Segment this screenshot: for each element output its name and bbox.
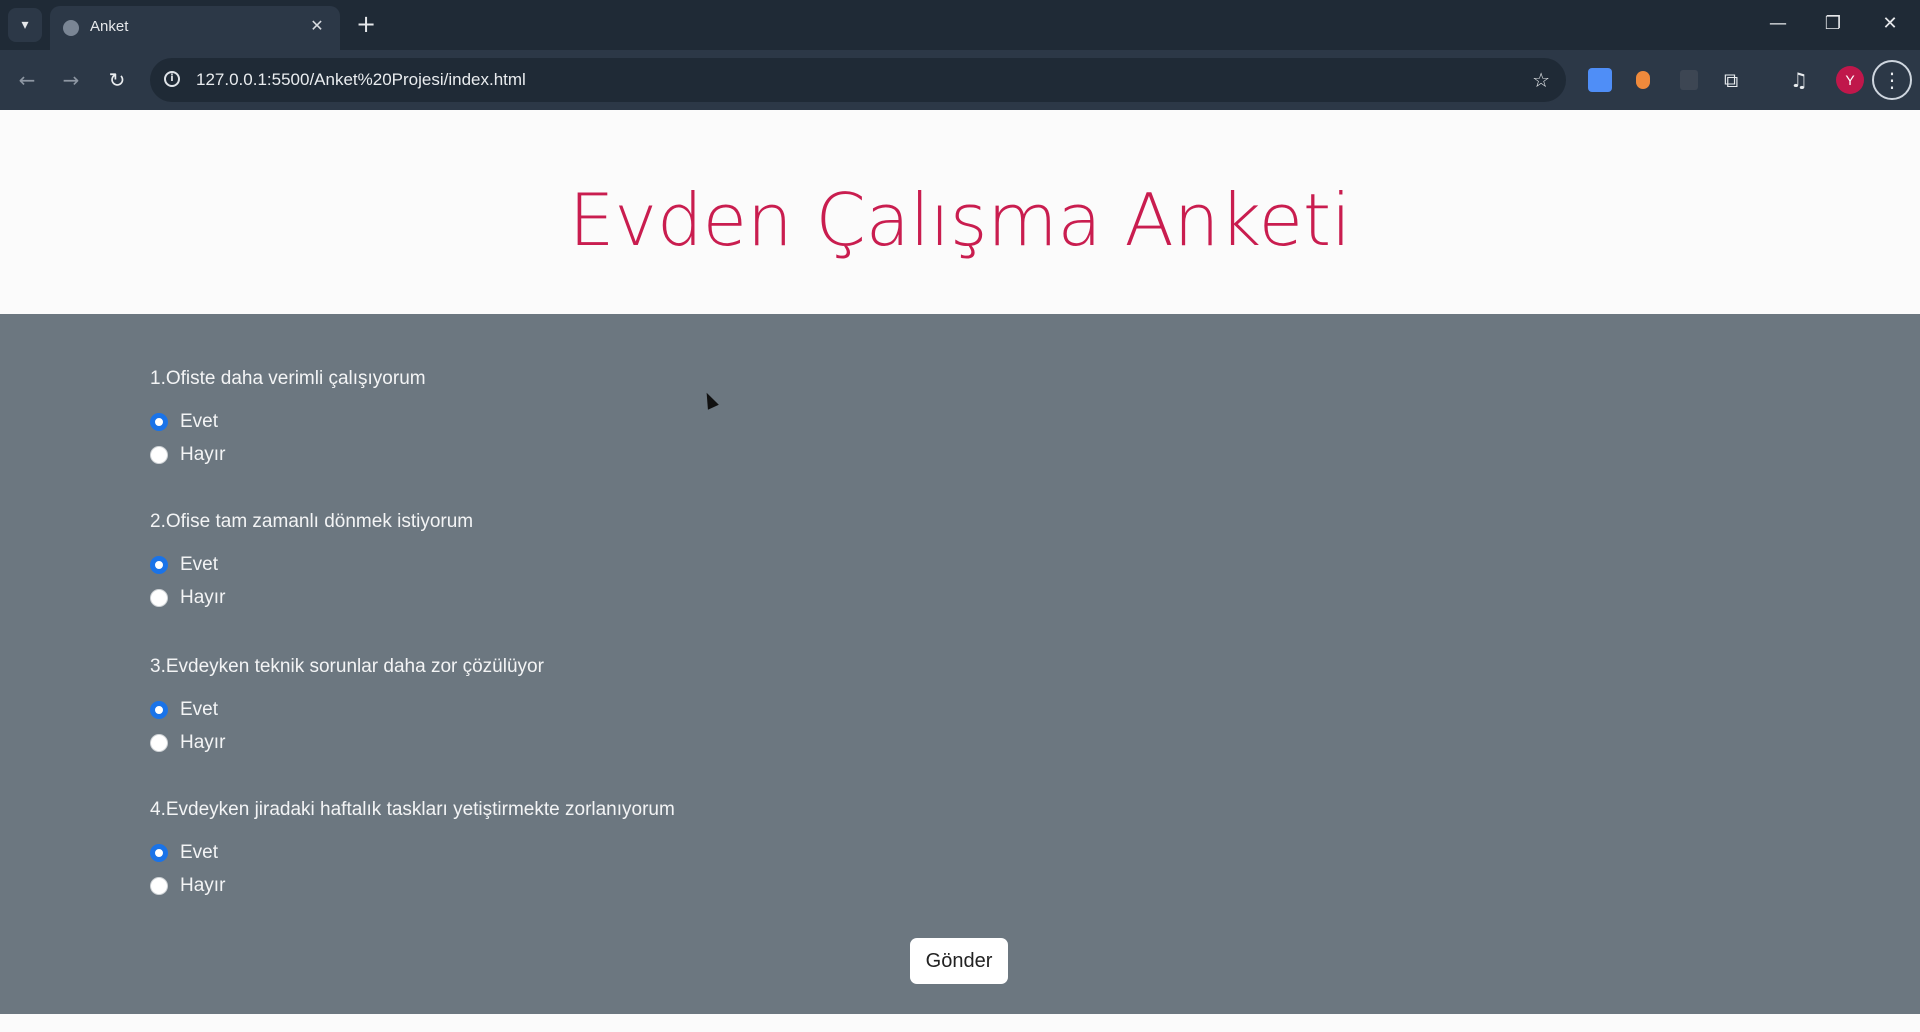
- radio-button-checked[interactable]: [150, 844, 168, 862]
- restore-button[interactable]: ❐: [1813, 10, 1853, 38]
- close-icon[interactable]: ✕: [306, 15, 328, 37]
- bookmark-star-icon[interactable]: ☆: [1532, 68, 1550, 92]
- survey-form: 1.Ofiste daha verimli çalışıyorum Evet H…: [0, 314, 1920, 1014]
- question-3-label: 3.Evdeyken teknik sorunlar daha zor çözü…: [150, 656, 544, 677]
- question-1-option-no[interactable]: Hayır: [150, 443, 225, 467]
- radio-button[interactable]: [150, 877, 168, 895]
- chevron-down-icon: ▾: [21, 17, 29, 33]
- tab-strip: ▾ Anket ✕ + — ❐ ✕: [0, 0, 1920, 50]
- radio-button[interactable]: [150, 446, 168, 464]
- url-text[interactable]: 127.0.0.1:5500/Anket%20Projesi/index.htm…: [196, 70, 526, 90]
- question-1-label: 1.Ofiste daha verimli çalışıyorum: [150, 368, 426, 389]
- radio-button-checked[interactable]: [150, 701, 168, 719]
- window-close-button[interactable]: ✕: [1870, 10, 1910, 38]
- back-button[interactable]: ←: [12, 65, 42, 95]
- question-1-option-yes[interactable]: Evet: [150, 410, 218, 434]
- submit-button[interactable]: Gönder: [910, 938, 1008, 984]
- option-label: Evet: [180, 699, 219, 720]
- address-bar[interactable]: i 127.0.0.1:5500/Anket%20Projesi/index.h…: [150, 58, 1566, 102]
- reload-button[interactable]: ↻: [102, 65, 132, 95]
- extension-icon[interactable]: [1636, 71, 1650, 89]
- radio-button-checked[interactable]: [150, 556, 168, 574]
- radio-button[interactable]: [150, 589, 168, 607]
- question-2-option-yes[interactable]: Evet: [150, 553, 218, 577]
- tab-title: Anket: [90, 18, 129, 35]
- globe-icon: [63, 20, 79, 36]
- browser-menu-icon[interactable]: ⋮: [1872, 60, 1912, 100]
- option-label: Hayır: [180, 444, 226, 465]
- browser-toolbar: ← → ↻ i 127.0.0.1:5500/Anket%20Projesi/i…: [0, 50, 1920, 110]
- option-label: Evet: [180, 554, 219, 575]
- browser-tab[interactable]: Anket ✕: [50, 6, 340, 50]
- page: Evden Çalışma Anketi 1.Ofiste daha verim…: [0, 110, 1920, 1032]
- forward-button[interactable]: →: [56, 65, 86, 95]
- new-tab-button[interactable]: +: [352, 10, 380, 38]
- option-label: Hayır: [180, 587, 226, 608]
- info-icon[interactable]: i: [164, 71, 180, 87]
- tab-search-button[interactable]: ▾: [8, 8, 42, 42]
- option-label: Hayır: [180, 875, 226, 896]
- option-label: Hayır: [180, 732, 226, 753]
- question-3-option-yes[interactable]: Evet: [150, 698, 218, 722]
- question-2-label: 2.Ofise tam zamanlı dönmek istiyorum: [150, 511, 474, 532]
- question-4-option-yes[interactable]: Evet: [150, 841, 218, 865]
- clipboard-extension-icon[interactable]: [1680, 70, 1698, 90]
- header: Evden Çalışma Anketi: [0, 110, 1920, 314]
- puzzle-icon[interactable]: ⧉: [1724, 68, 1748, 92]
- question-4-option-no[interactable]: Hayır: [150, 874, 225, 898]
- option-label: Evet: [180, 411, 219, 432]
- page-title: Evden Çalışma Anketi: [568, 178, 1352, 262]
- media-control-icon[interactable]: ♫: [1790, 68, 1814, 92]
- radio-button-checked[interactable]: [150, 413, 168, 431]
- question-3-option-no[interactable]: Hayır: [150, 731, 225, 755]
- question-2-option-no[interactable]: Hayır: [150, 586, 225, 610]
- translate-extension-icon[interactable]: [1588, 68, 1612, 92]
- option-label: Evet: [180, 842, 219, 863]
- avatar[interactable]: Y: [1836, 66, 1864, 94]
- minimize-button[interactable]: —: [1758, 10, 1798, 38]
- question-4-label: 4.Evdeyken jiradaki haftalık taskları ye…: [150, 799, 675, 820]
- radio-button[interactable]: [150, 734, 168, 752]
